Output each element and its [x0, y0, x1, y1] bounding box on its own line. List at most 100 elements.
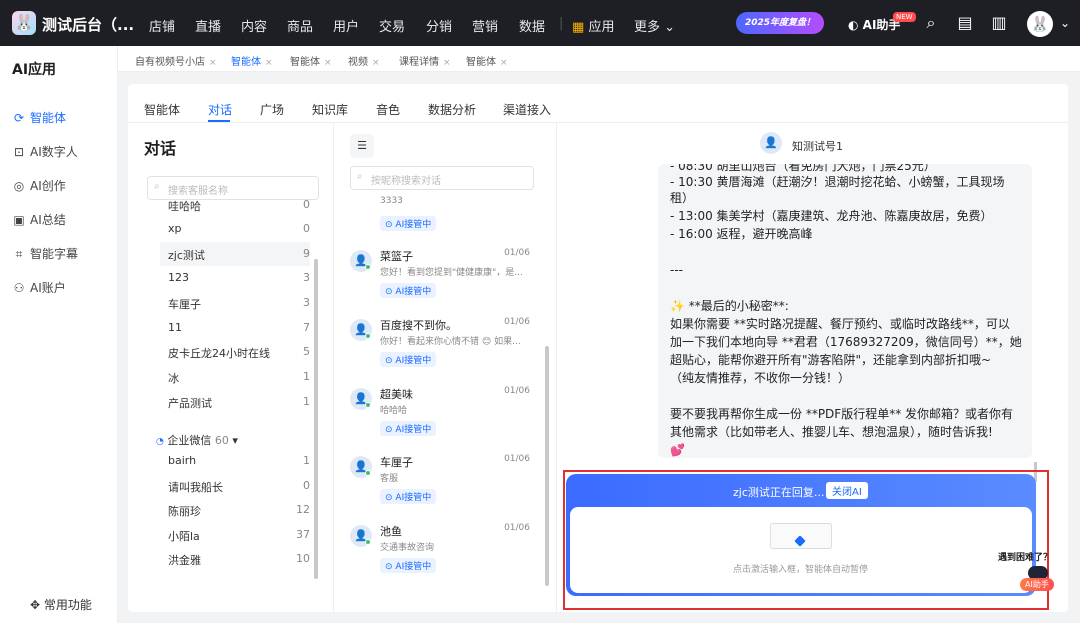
crumb-tab[interactable]: 视频 ×	[348, 53, 380, 68]
crumb-tab[interactable]: 课程详情 ×	[399, 53, 451, 68]
agent-row[interactable]: 产品测试 1	[160, 390, 310, 414]
message-line: - 08:30 胡里山炮台（看免房门大炮，门票25元）	[670, 164, 936, 173]
tab-agents[interactable]: 智能体	[144, 101, 180, 118]
collapse-list-icon[interactable]: ☰	[350, 134, 374, 158]
conversation-search-input[interactable]: ⌕ 按昵称搜索对话	[350, 166, 534, 190]
search-icon: ⌕	[357, 171, 363, 182]
nav-users[interactable]: 用户	[333, 16, 359, 35]
sidebar-item-account[interactable]: ⚇ AI账户	[12, 279, 66, 296]
message-line: ---	[670, 263, 683, 277]
user-avatar[interactable]: 🐰	[1027, 11, 1053, 37]
online-dot	[365, 539, 371, 545]
nav-products[interactable]: 商品	[287, 16, 313, 35]
close-icon: ×	[265, 58, 273, 68]
nav-content[interactable]: 内容	[241, 16, 267, 35]
promo-banner[interactable]: 2025年度复盘！	[736, 12, 824, 34]
tab-voices[interactable]: 音色	[376, 101, 400, 118]
conversation-item[interactable]: 👤 百度搜不到你。 01/06 你好！看起来你心情不错 😊 如果... ⊙ AI接…	[350, 317, 536, 383]
agent-row-selected[interactable]: zjc测试 9	[160, 242, 310, 266]
book-icon[interactable]: ▥	[989, 13, 1009, 33]
close-icon: ×	[372, 58, 380, 68]
message-line: 加一下我们本地向导 **君君（17689327209，微信同号）**，她	[670, 335, 1022, 349]
sidebar-item-digital-human[interactable]: ⊡ AI数字人	[12, 143, 78, 160]
message-line: 要不要我再帮你生成一份 **PDF版行程单** 发你邮箱？或者你有	[670, 407, 1014, 421]
message-bubble: - 08:30 胡里山炮台（看免房门大炮，门票25元） - 10:30 黄厝海滩…	[658, 164, 1032, 458]
conversation-item[interactable]: 👤 车厘子 01/06 客服 ⊙ AI接管中	[350, 454, 536, 520]
agent-row[interactable]: bairh 1	[160, 449, 310, 473]
crumb-tab[interactable]: 自有视频号小店 ×	[135, 53, 217, 68]
robot-icon: ⊙	[385, 287, 393, 297]
sidebar-item-ai-summary[interactable]: ▣ AI总结	[12, 211, 65, 228]
chevron-down-icon[interactable]: ⌄	[1055, 13, 1075, 33]
scrollbar[interactable]	[545, 346, 549, 586]
agent-row[interactable]: 123 3	[160, 266, 310, 290]
nav-store[interactable]: 店铺	[149, 16, 175, 35]
tab-conversations[interactable]: 对话	[208, 101, 232, 118]
document-icon: ▣	[13, 213, 25, 227]
tab-knowledge[interactable]: 知识库	[312, 101, 348, 118]
tab-plaza[interactable]: 广场	[260, 101, 284, 118]
lightbulb-icon: ◎	[13, 179, 25, 193]
scrollbar[interactable]	[314, 259, 318, 579]
apps-grid-icon: ▦	[572, 20, 585, 35]
sidebar-item-ai-create[interactable]: ◎ AI创作	[12, 177, 66, 194]
nav-more[interactable]: 更多 ⌄	[634, 16, 675, 35]
column-title: 对话	[144, 139, 177, 158]
robot-icon: ⊙	[385, 562, 393, 572]
chat-contact-name: 知测试号1	[792, 140, 843, 153]
help-prompt[interactable]: 遇到困难了？	[998, 550, 1052, 563]
nav-distribution[interactable]: 分销	[426, 16, 452, 35]
robot-icon: ⊡	[13, 145, 25, 159]
agent-row[interactable]: 哇哈哈 0	[160, 193, 310, 217]
sidebar-item-captions[interactable]: ⌗ 智能字幕	[12, 245, 78, 262]
tab-channels[interactable]: 渠道接入	[503, 101, 551, 118]
agent-row[interactable]: 请叫我船长 0	[160, 474, 310, 498]
agent-row[interactable]: 11 7	[160, 316, 310, 340]
account-icon: ⚇	[13, 281, 25, 295]
message-line: ✨ **最后的小秘密**:	[670, 299, 789, 313]
nav-trade[interactable]: 交易	[379, 16, 405, 35]
tab-analytics[interactable]: 数据分析	[428, 101, 476, 118]
common-functions[interactable]: ✥ 常用功能	[30, 596, 92, 613]
sidebar: AI应用 ⟳ 智能体 ⊡ AI数字人 ◎ AI创作 ▣ AI总结 ⌗ 智能字幕 ⚇ AI账户…	[0, 46, 118, 623]
ai-takeover-tag: ⊙ AI接管中	[380, 216, 437, 231]
agent-row[interactable]: 车厘子 3	[160, 291, 310, 315]
ai-takeover-tag: ⊙ AI接管中	[380, 421, 437, 436]
common-functions-icon: ✥	[30, 598, 41, 612]
agent-row[interactable]: 皮卡丘龙24小时在线 5	[160, 340, 310, 364]
ai-assistant-badge[interactable]: AI助手	[1020, 578, 1054, 591]
search-icon[interactable]: ⌕	[921, 13, 941, 33]
agent-row[interactable]: xp 0	[160, 217, 310, 241]
sidebar-item-agent[interactable]: ⟳ 智能体	[12, 109, 66, 126]
nav-data[interactable]: 数据	[519, 16, 545, 35]
crumb-tab[interactable]: 智能体 ×	[231, 53, 273, 68]
online-dot	[365, 402, 371, 408]
caption-icon: ⌗	[15, 247, 23, 261]
new-badge: NEW	[893, 12, 916, 22]
agent-row[interactable]: 小陌la 37	[160, 523, 310, 547]
agent-row[interactable]: 洪金雅 10	[160, 547, 310, 571]
wecom-icon: ◔	[156, 437, 164, 447]
nav-apps[interactable]: ▦ 应用	[572, 16, 614, 35]
message-line: - 16:00 返程，避开晚高峰	[670, 227, 813, 241]
ai-takeover-tag: ⊙ AI接管中	[380, 558, 437, 573]
agent-row[interactable]: 陈丽珍 12	[160, 498, 310, 522]
wecom-group[interactable]: ◔ 企业微信 60 ▾	[156, 432, 238, 448]
close-icon: ×	[500, 58, 508, 68]
ai-takeover-tag: ⊙ AI接管中	[380, 489, 437, 504]
crumb-tab[interactable]: 智能体 ×	[466, 53, 508, 68]
nav-marketing[interactable]: 营销	[472, 16, 498, 35]
agent-row[interactable]: 冰1	[160, 365, 310, 389]
bunny-logo-icon[interactable]: 🐰	[12, 11, 36, 35]
store-icon[interactable]: ▤	[955, 13, 975, 33]
conversation-item[interactable]: 👤 池鱼 01/06 交通事故咨询 ⊙ AI接管中	[350, 523, 536, 589]
app-title[interactable]: 测试后台（...	[42, 14, 134, 35]
nav-live[interactable]: 直播	[195, 16, 221, 35]
robot-icon: ⊙	[385, 425, 393, 435]
conversation-item[interactable]: 3333 ⊙ AI接管中	[350, 196, 536, 236]
conversation-item[interactable]: 👤 菜篮子 01/06 您好！看到您提到"健健康康"，是... ⊙ AI接管中	[350, 248, 536, 314]
conversation-item[interactable]: 👤 超美味 01/06 哈哈哈 ⊙ AI接管中	[350, 386, 536, 452]
ai-takeover-tag: ⊙ AI接管中	[380, 352, 437, 367]
message-line: 超贴心，能帮你避开所有"游客陷阱"，还能拿到内部折扣哦~	[670, 353, 992, 367]
crumb-tab[interactable]: 智能体 ×	[290, 53, 332, 68]
